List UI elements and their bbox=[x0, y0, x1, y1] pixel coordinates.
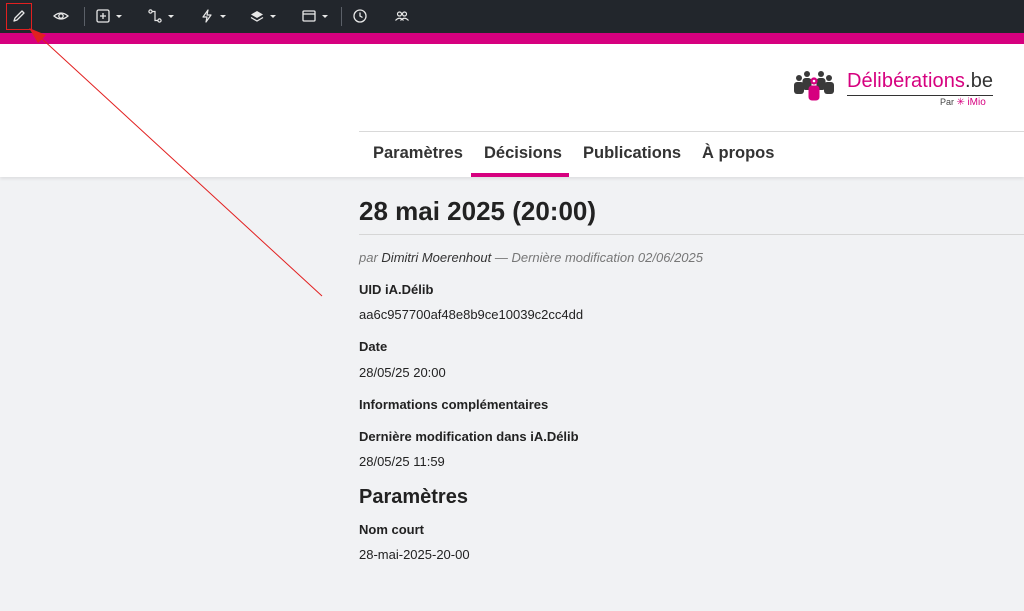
byline-author[interactable]: Dimitri Moerenhout bbox=[381, 250, 491, 265]
chevron-down-icon bbox=[168, 14, 174, 18]
people-logo-icon bbox=[794, 71, 834, 101]
field-label-uid: UID iA.Délib bbox=[359, 282, 434, 297]
toolbar-separator bbox=[341, 7, 342, 26]
byline-prefix: par bbox=[359, 250, 378, 265]
accent-bar bbox=[0, 33, 1024, 44]
toolbar-separator bbox=[84, 7, 85, 26]
chevron-down-icon bbox=[322, 14, 328, 18]
layers-button[interactable] bbox=[249, 5, 276, 27]
plus-square-icon bbox=[95, 8, 111, 24]
tab-decisions[interactable]: Décisions bbox=[484, 144, 562, 163]
edit-toolbar bbox=[0, 0, 1024, 33]
window-icon bbox=[301, 8, 317, 24]
field-label-last-modified: Dernière modification dans iA.Délib bbox=[359, 429, 579, 444]
sharing-button[interactable] bbox=[394, 5, 410, 27]
add-button[interactable] bbox=[95, 5, 122, 27]
display-button[interactable] bbox=[301, 5, 328, 27]
page-title: 28 mai 2025 (20:00) bbox=[359, 196, 597, 226]
lightning-icon bbox=[199, 8, 215, 24]
logo-title-main: Délibérations bbox=[847, 70, 966, 92]
chevron-down-icon bbox=[220, 14, 226, 18]
actions-button[interactable] bbox=[199, 5, 226, 27]
users-icon bbox=[394, 8, 410, 24]
site-logo[interactable]: Délibérations.be Par ✳ iMio bbox=[792, 68, 1002, 112]
section-title-parametres: Paramètres bbox=[359, 486, 468, 508]
logo-title: Délibérations.be bbox=[847, 70, 993, 93]
workflow-icon bbox=[147, 8, 163, 24]
logo-byline: Par ✳ iMio bbox=[940, 97, 986, 108]
title-divider bbox=[359, 234, 1024, 235]
field-label-informations: Informations complémentaires bbox=[359, 397, 549, 412]
field-value-short-name: 28-mai-2025-20-00 bbox=[359, 547, 470, 562]
field-value-last-modified: 28/05/25 11:59 bbox=[359, 454, 445, 469]
edit-button[interactable] bbox=[11, 5, 27, 27]
chevron-down-icon bbox=[270, 14, 276, 18]
field-value-uid: aa6c957700af48e8b9ce10039c2cc4dd bbox=[359, 307, 584, 322]
byline-modified: — Dernière modification 02/06/2025 bbox=[494, 250, 703, 265]
clock-icon bbox=[352, 8, 368, 24]
pencil-icon bbox=[11, 8, 27, 24]
logo-underline bbox=[847, 95, 993, 96]
field-label-short-name: Nom court bbox=[359, 522, 424, 537]
active-tab-indicator bbox=[471, 173, 569, 177]
tab-a-propos[interactable]: À propos bbox=[702, 144, 774, 163]
site-header: Délibérations.be Par ✳ iMio Paramètres D… bbox=[0, 44, 1024, 177]
imio-star-icon: ✳ bbox=[956, 97, 965, 108]
nav-divider bbox=[359, 131, 1024, 132]
tab-parametres[interactable]: Paramètres bbox=[373, 144, 463, 163]
tab-publications[interactable]: Publications bbox=[583, 144, 681, 163]
workflow-button[interactable] bbox=[147, 5, 174, 27]
layers-icon bbox=[249, 8, 265, 24]
field-value-date: 28/05/25 20:00 bbox=[359, 365, 446, 380]
document-byline: par Dimitri Moerenhout — Dernière modifi… bbox=[359, 250, 703, 265]
logo-brand: iMio bbox=[967, 97, 986, 108]
logo-title-suffix: .be bbox=[965, 70, 994, 92]
eye-icon bbox=[52, 8, 70, 24]
history-button[interactable] bbox=[352, 5, 368, 27]
view-button[interactable] bbox=[52, 5, 70, 27]
logo-by-label: Par bbox=[940, 97, 955, 107]
chevron-down-icon bbox=[116, 14, 122, 18]
field-label-date: Date bbox=[359, 339, 388, 354]
